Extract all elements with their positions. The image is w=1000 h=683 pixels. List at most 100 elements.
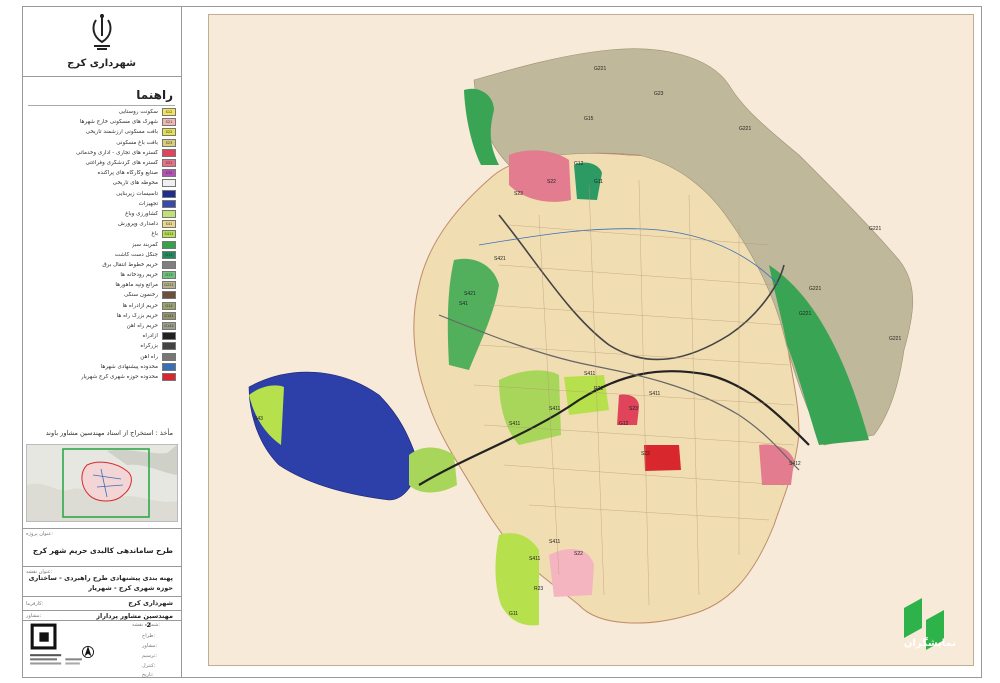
residential-zone-south xyxy=(549,549,594,597)
key-map-inset xyxy=(26,444,178,522)
legend-label: گستره های گردشگری وفراغتی xyxy=(85,160,159,167)
project-caption: عنوان پروژه: xyxy=(26,531,54,537)
consultant-name: مهندسین مشاور پرداراز xyxy=(96,612,173,620)
zone-label: G221 xyxy=(869,226,881,232)
zone-label: G221 xyxy=(809,286,821,292)
source-note: مأخذ : استخراج از اسناد مهندسین مشاور با… xyxy=(45,429,173,437)
zone-label: S22 xyxy=(641,451,650,457)
legend-label: راه آهن xyxy=(140,353,158,360)
legend-item: رخنمون سنگی xyxy=(28,290,176,300)
legend-swatch: S12 xyxy=(162,108,176,117)
legend-swatch xyxy=(162,260,176,269)
zone-label: S411 xyxy=(529,556,541,562)
zone-label: G11 xyxy=(594,179,603,185)
legend-item: کشاورزی وباغ xyxy=(28,209,176,219)
zone-label: S411 xyxy=(584,371,596,377)
zone-label: S421 xyxy=(494,256,506,262)
zone-label: S43 xyxy=(254,416,263,422)
legend-swatch xyxy=(162,189,176,198)
legend-swatch: G221 xyxy=(162,281,176,290)
role-date: تاریخ: xyxy=(142,672,154,678)
map-title-line-1: پهنه بندی پیشنهادی طرح راهبردی - ساختاری xyxy=(28,574,173,582)
legend-divider xyxy=(28,105,175,106)
karaj-municipality-logo-icon xyxy=(92,14,112,50)
legend-label: حریم آزادراه ها xyxy=(122,302,158,309)
legend-label: دامداری وپرورش xyxy=(118,221,158,228)
legend-label: حریم بزرگ راه ها xyxy=(116,312,158,319)
zone-label: G15 xyxy=(584,116,594,122)
legend-swatch xyxy=(162,179,176,188)
legend-item: G221 مراتع وتپه ماهورها xyxy=(28,280,176,290)
garden-zone-west-2 xyxy=(409,447,457,493)
legend-label: آزادراه xyxy=(142,333,159,340)
zone-label: S22 xyxy=(547,179,556,185)
legend-label: کمربند سبز xyxy=(131,241,158,248)
project-title-cell: عنوان پروژه: طرح ساماندهی کالبدی حریم شه… xyxy=(22,528,181,567)
legend-item: محدوده پیشنهادی شهرها xyxy=(28,362,176,372)
legend-item: تجهیزات xyxy=(28,199,176,209)
legend-item: G13 حریم رودخانه ها xyxy=(28,270,176,280)
legend-item: S12 سکونت روستایی xyxy=(28,107,176,117)
zone-label: S411 xyxy=(509,421,521,427)
legend-label: حریم خطوط انتقال برق xyxy=(102,261,158,268)
legend-item: آزادراه xyxy=(28,331,176,341)
legend-item: G11 جنگل دست کاشت xyxy=(28,250,176,260)
legend-label: محدوده حوزه شهری کرج شهریار xyxy=(80,373,158,380)
legend-item: حریم خطوط انتقال برق xyxy=(28,260,176,270)
zone-label: S22 xyxy=(574,551,583,557)
legend-label: تاسیسات زیربنایی xyxy=(116,190,158,197)
legend-swatch: G141 xyxy=(162,311,176,320)
north-arrow-icon xyxy=(82,646,94,658)
zone-label: G12 xyxy=(574,161,584,167)
legend-label: بافت مسکونی ارزشمند تاریخی xyxy=(85,129,158,136)
legend-swatch xyxy=(162,352,176,361)
legend-item: G142 حریم راه آهن xyxy=(28,321,176,331)
legend-swatch: G11 xyxy=(162,250,176,259)
role-designer: طراح: xyxy=(142,633,156,639)
sheet-number: 2 xyxy=(146,621,151,629)
legend-item: راه آهن xyxy=(28,352,176,362)
legend-label: بزرگراه xyxy=(140,343,158,350)
map-title-cell: عنوان نقشه: پهنه بندی پیشنهادی طرح راهبر… xyxy=(22,566,181,597)
zone-label: S23 xyxy=(629,406,638,412)
zone-label: G221 xyxy=(739,126,751,132)
legend-swatch xyxy=(162,291,176,300)
legend-item: G14 حریم آزادراه ها xyxy=(28,301,176,311)
logo-box: شهرداری کرج xyxy=(22,6,181,77)
legend-swatch: G14 xyxy=(162,301,176,310)
organization-name: شهرداری کرج xyxy=(67,58,136,69)
project-title: طرح ساماندهی کالبدی حریم شهر کرج xyxy=(32,546,173,555)
role-advisor: مشاور: xyxy=(142,643,158,649)
legend-item: S32 صنایع وکارگاه های پراکنده xyxy=(28,168,176,178)
legend-swatch: S23 xyxy=(162,138,176,147)
legend-label: صنایع وکارگاه های پراکنده xyxy=(97,170,158,177)
legend-label: کشاورزی وباغ xyxy=(125,210,158,217)
consultant-caption: مشاور: xyxy=(26,613,42,619)
legend-swatch xyxy=(162,332,176,341)
legend-label: محوطه های تاریخی xyxy=(112,180,158,187)
zone-label: G221 xyxy=(889,336,901,342)
legend-swatch xyxy=(162,372,176,381)
legend-label: حریم راه آهن xyxy=(126,323,158,330)
legend-item: S41 دامداری وپرورش xyxy=(28,219,176,229)
legend-label: باغ xyxy=(151,231,158,238)
legend-item: S31 گستره های گردشگری وفراغتی xyxy=(28,158,176,168)
legend-item: S23 بافت باغ مسکونی xyxy=(28,138,176,148)
zone-label: S411 xyxy=(549,539,561,545)
commercial-zone-south xyxy=(644,445,681,471)
zone-label: S421 xyxy=(464,291,476,297)
legend-item: محوطه های تاریخی xyxy=(28,178,176,188)
legend-swatch: G142 xyxy=(162,322,176,331)
legend-label: شهرک های مسکونی خارج شهرها xyxy=(79,119,158,126)
zone-label: G221 xyxy=(799,311,811,317)
legend-label: حریم رودخانه ها xyxy=(120,272,158,279)
key-map-drawing xyxy=(27,445,177,521)
watermark-text: نمایشگران xyxy=(904,636,956,649)
legend-swatch xyxy=(162,240,176,249)
zone-label: G12 xyxy=(619,421,629,427)
zone-label: S411 xyxy=(549,406,561,412)
legend-item: تاسیسات زیربنایی xyxy=(28,189,176,199)
zone-label: S41 xyxy=(459,301,468,307)
legend-item: S21 شهرک های مسکونی خارج شهرها xyxy=(28,117,176,127)
employer-name: شهرداری کرج xyxy=(128,599,173,607)
